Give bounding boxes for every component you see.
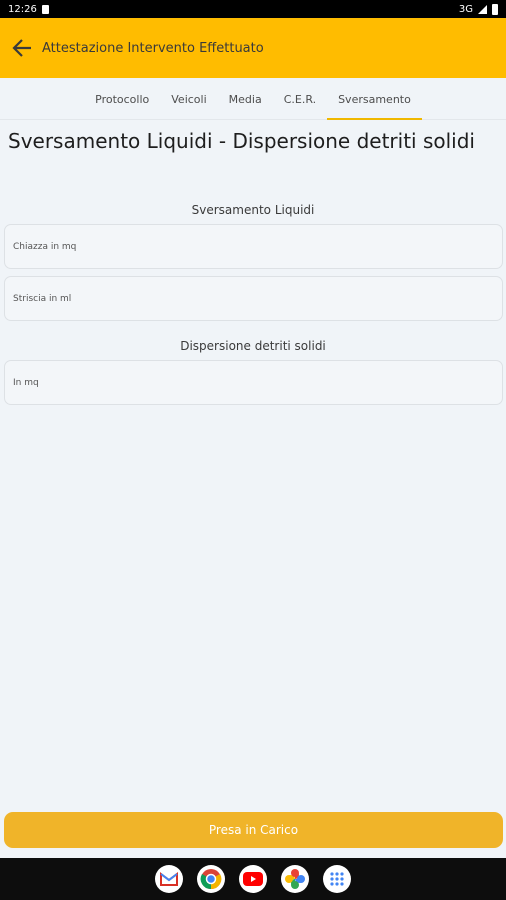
signal-icon <box>478 4 487 14</box>
youtube-icon[interactable] <box>239 865 267 893</box>
app-bar: Attestazione Intervento Effettuato <box>0 18 506 78</box>
app-title: Attestazione Intervento Effettuato <box>42 40 264 56</box>
tab-protocollo[interactable]: Protocollo <box>84 78 160 120</box>
tab-media[interactable]: Media <box>218 78 273 120</box>
status-right: 3G <box>458 3 498 15</box>
status-left: 12:26 <box>8 4 49 15</box>
detriti-mq-input[interactable] <box>13 377 494 388</box>
striscia-input[interactable] <box>13 293 494 304</box>
app-drawer-icon[interactable] <box>323 865 351 893</box>
striscia-field <box>4 276 503 321</box>
photos-icon[interactable] <box>281 865 309 893</box>
tab-bar: Protocollo Veicoli Media C.E.R. Sversame… <box>0 78 506 120</box>
gmail-icon[interactable] <box>155 865 183 893</box>
status-bar: 12:26 3G <box>0 0 506 18</box>
presa-in-carico-button[interactable]: Presa in Carico <box>4 812 503 848</box>
detriti-group-label: Dispersione detriti solidi <box>180 339 326 353</box>
section-title: Sversamento Liquidi - Dispersione detrit… <box>8 129 475 153</box>
liquidi-group-label: Sversamento Liquidi <box>191 203 315 217</box>
tab-cer[interactable]: C.E.R. <box>273 78 327 120</box>
chrome-icon[interactable] <box>197 865 225 893</box>
nav-bar <box>0 858 506 900</box>
chiazza-input[interactable] <box>13 241 494 252</box>
status-time: 12:26 <box>8 3 37 15</box>
back-arrow-icon[interactable] <box>10 36 34 60</box>
sim-card-icon <box>41 4 49 14</box>
chiazza-field <box>4 224 503 269</box>
tab-sversamento[interactable]: Sversamento <box>327 78 422 120</box>
detriti-mq-field <box>4 360 503 405</box>
tab-veicoli[interactable]: Veicoli <box>160 78 217 120</box>
network-type: 3G <box>458 3 473 15</box>
battery-icon <box>492 3 498 15</box>
